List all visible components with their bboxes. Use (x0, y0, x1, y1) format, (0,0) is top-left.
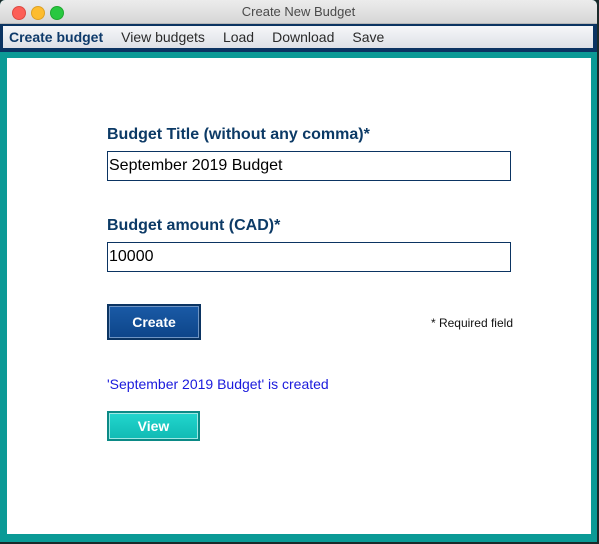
menu-item-save[interactable]: Save (343, 26, 393, 48)
app-window: Create New Budget Create budget View bud… (0, 0, 597, 542)
budget-title-input[interactable] (107, 151, 511, 181)
menu-item-download[interactable]: Download (263, 26, 343, 48)
menu-bar: Create budget View budgets Load Download… (3, 26, 593, 48)
status-message: 'September 2019 Budget' is created (107, 376, 329, 392)
menu-item-load[interactable]: Load (214, 26, 263, 48)
budget-amount-label: Budget amount (CAD)* (107, 217, 281, 234)
title-bar: Create New Budget (0, 0, 597, 24)
required-field-note: * Required field (430, 316, 513, 330)
menu-item-create-budget[interactable]: Create budget (3, 26, 112, 48)
budget-title-label: Budget Title (without any comma)* (107, 126, 370, 143)
budget-amount-input[interactable] (107, 242, 511, 272)
create-button[interactable]: Create (107, 304, 201, 340)
menu-item-view-budgets[interactable]: View budgets (112, 26, 214, 48)
create-budget-panel: Budget Title (without any comma)* Budget… (7, 58, 591, 534)
view-button[interactable]: View (107, 411, 200, 441)
menu-bar-frame: Create budget View budgets Load Download… (0, 24, 597, 52)
window-title: Create New Budget (241, 4, 356, 19)
